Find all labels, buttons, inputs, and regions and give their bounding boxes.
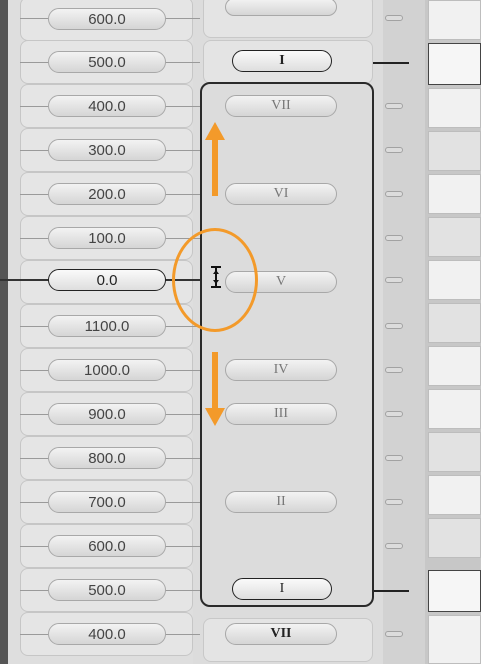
tick-value[interactable]: 100.0 [48,227,166,249]
right-cell-active [428,43,481,85]
step-label[interactable] [225,0,337,16]
tick-value[interactable]: 300.0 [48,139,166,161]
tick-value[interactable]: 1000.0 [48,359,166,381]
right-cell-active [428,570,481,612]
gutter-tick [385,147,403,153]
tick-value[interactable]: 200.0 [48,183,166,205]
right-cell [428,260,481,300]
gutter-tick [385,235,403,241]
right-cell [428,432,481,472]
gutter-column [383,0,425,664]
step-label[interactable]: VII [225,623,337,645]
right-cell [428,88,481,128]
right-cell [428,217,481,257]
tick-value[interactable]: 700.0 [48,491,166,513]
gutter-active-line [373,590,409,592]
right-cell [428,615,481,664]
step-label[interactable]: I [232,50,332,72]
gutter-tick [385,631,403,637]
gutter-tick [385,367,403,373]
gutter-tick [385,411,403,417]
tick-value-active[interactable]: 0.0 [48,269,166,291]
right-cell [428,174,481,214]
tick-value[interactable]: 500.0 [48,579,166,601]
right-cell [428,518,481,558]
tick-value[interactable]: 800.0 [48,447,166,469]
tick-value[interactable]: 400.0 [48,95,166,117]
gutter-tick [385,323,403,329]
gutter-tick [385,543,403,549]
gutter-tick [385,15,403,21]
tick-value[interactable]: 600.0 [48,535,166,557]
right-cell [428,346,481,386]
window-left-edge [0,0,8,664]
gutter-tick [385,103,403,109]
tick-value[interactable]: 900.0 [48,403,166,425]
tick-value[interactable]: 500.0 [48,51,166,73]
right-cell [428,0,481,40]
right-cell [428,475,481,515]
resize-vertical-cursor-icon [211,266,221,288]
drag-down-arrow-icon [205,352,225,426]
gutter-tick [385,277,403,283]
gutter-active-line [373,62,409,64]
right-cell [428,131,481,171]
tick-value[interactable]: 600.0 [48,8,166,30]
gutter-tick [385,499,403,505]
gutter-tick [385,191,403,197]
gutter-tick [385,455,403,461]
tick-value[interactable]: 1100.0 [48,315,166,337]
drag-up-arrow-icon [205,122,225,196]
right-cell [428,303,481,343]
tick-value[interactable]: 400.0 [48,623,166,645]
right-cell [428,389,481,429]
